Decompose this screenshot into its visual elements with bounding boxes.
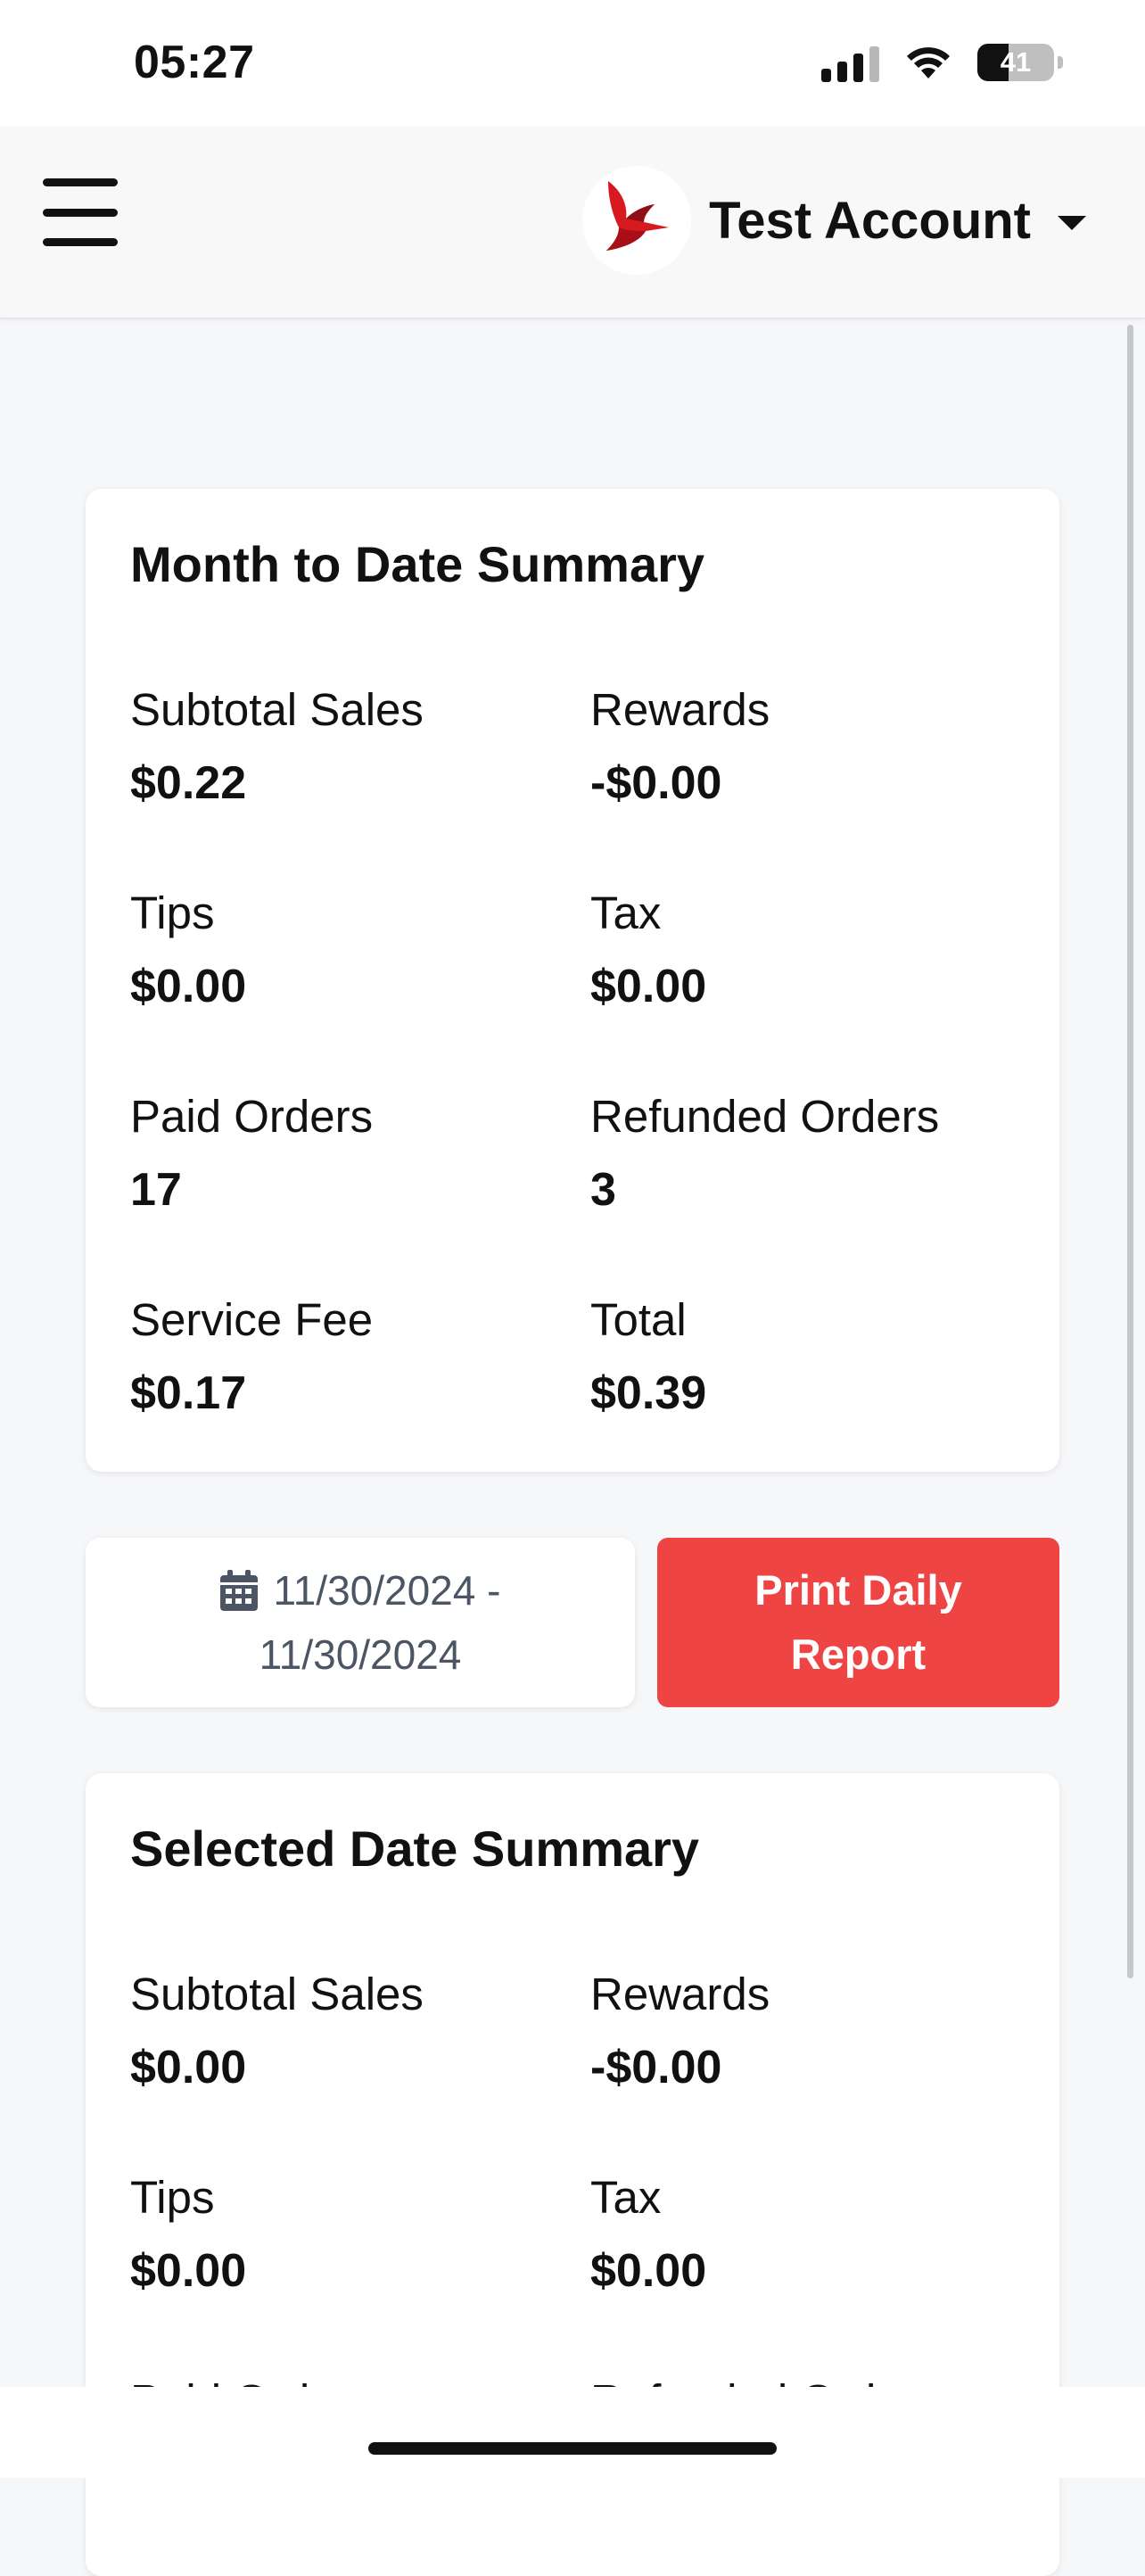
summary-value: $0.00 — [130, 2245, 247, 2297]
summary-label: Paid Orders — [130, 1091, 374, 1142]
account-name: Test Account — [709, 191, 1031, 250]
app-header: Test Account — [0, 127, 1145, 319]
summary-label: Tips — [130, 888, 215, 938]
signal-icon — [821, 43, 879, 82]
summary-label: Tax — [590, 888, 662, 938]
summary-item: Tips $0.00 — [130, 887, 576, 1013]
battery-cap — [1058, 56, 1063, 69]
summary-label: Subtotal Sales — [130, 684, 424, 735]
summary-value: -$0.00 — [590, 2042, 722, 2093]
date-range-picker[interactable]: 11/30/2024 - 11/30/2024 — [86, 1538, 635, 1707]
summary-item: Rewards -$0.00 — [590, 683, 1036, 810]
summary-item: Subtotal Sales $0.22 — [130, 683, 576, 810]
summary-label: Refunded Orders — [590, 1091, 940, 1142]
battery-icon: 41 — [977, 44, 1054, 81]
summary-value: $0.17 — [130, 1367, 247, 1419]
date-range-text: 11/30/2024 - 11/30/2024 — [219, 1558, 501, 1687]
summary-item: Subtotal Sales $0.00 — [130, 1968, 576, 2094]
hamburger-menu-icon[interactable] — [43, 178, 118, 246]
summary-label: Rewards — [590, 684, 770, 735]
battery-percent: 41 — [1000, 46, 1032, 78]
summary-item: Rewards -$0.00 — [590, 1968, 1036, 2094]
summary-item: Refunded Orders 3 — [590, 1090, 1036, 1217]
caret-down-icon — [1058, 216, 1086, 230]
summary-value: -$0.00 — [590, 757, 722, 809]
summary-value: $0.00 — [590, 961, 707, 1012]
date-range-start: 11/30/2024 - — [273, 1567, 501, 1614]
summary-item: Tax $0.00 — [590, 2171, 1036, 2298]
calendar-icon — [219, 1569, 258, 1611]
scrollbar[interactable] — [1127, 325, 1133, 1978]
summary-value: $0.00 — [130, 2042, 247, 2093]
wifi-icon — [907, 47, 950, 78]
home-indicator[interactable] — [368, 2442, 777, 2455]
summary-label: Tax — [590, 2172, 662, 2223]
print-daily-report-button[interactable]: Print Daily Report — [657, 1538, 1059, 1707]
summary-label: Tips — [130, 2172, 215, 2223]
summary-item: Tips $0.00 — [130, 2171, 576, 2298]
date-range-end: 11/30/2024 — [259, 1631, 462, 1678]
red-bird-logo — [582, 166, 692, 275]
card-title: Selected Date Summary — [130, 1821, 700, 1877]
summary-label: Subtotal Sales — [130, 1969, 424, 2019]
status-bar: 05:27 41 — [0, 0, 1145, 127]
summary-value: $0.00 — [130, 961, 247, 1012]
print-button-label: Print Daily Report — [754, 1566, 962, 1678]
status-icons: 41 — [821, 43, 1063, 82]
status-time: 05:27 — [134, 37, 255, 88]
summary-label: Service Fee — [130, 1294, 374, 1345]
summary-value: 3 — [590, 1164, 616, 1216]
account-dropdown[interactable]: Test Account — [582, 166, 1086, 275]
summary-value: $0.22 — [130, 757, 247, 809]
summary-value: $0.00 — [590, 2245, 707, 2297]
summary-item: Total $0.39 — [590, 1293, 1036, 1420]
home-indicator-area — [0, 2387, 1145, 2478]
card-title: Month to Date Summary — [130, 536, 705, 592]
summary-item: Tax $0.00 — [590, 887, 1036, 1013]
summary-value: 17 — [130, 1164, 182, 1216]
summary-label: Total — [590, 1294, 687, 1345]
summary-value: $0.39 — [590, 1367, 707, 1419]
summary-item: Paid Orders 17 — [130, 1090, 576, 1217]
month-to-date-summary-card: Month to Date Summary Subtotal Sales $0.… — [86, 489, 1059, 1472]
summary-item: Service Fee $0.17 — [130, 1293, 576, 1420]
summary-label: Rewards — [590, 1969, 770, 2019]
